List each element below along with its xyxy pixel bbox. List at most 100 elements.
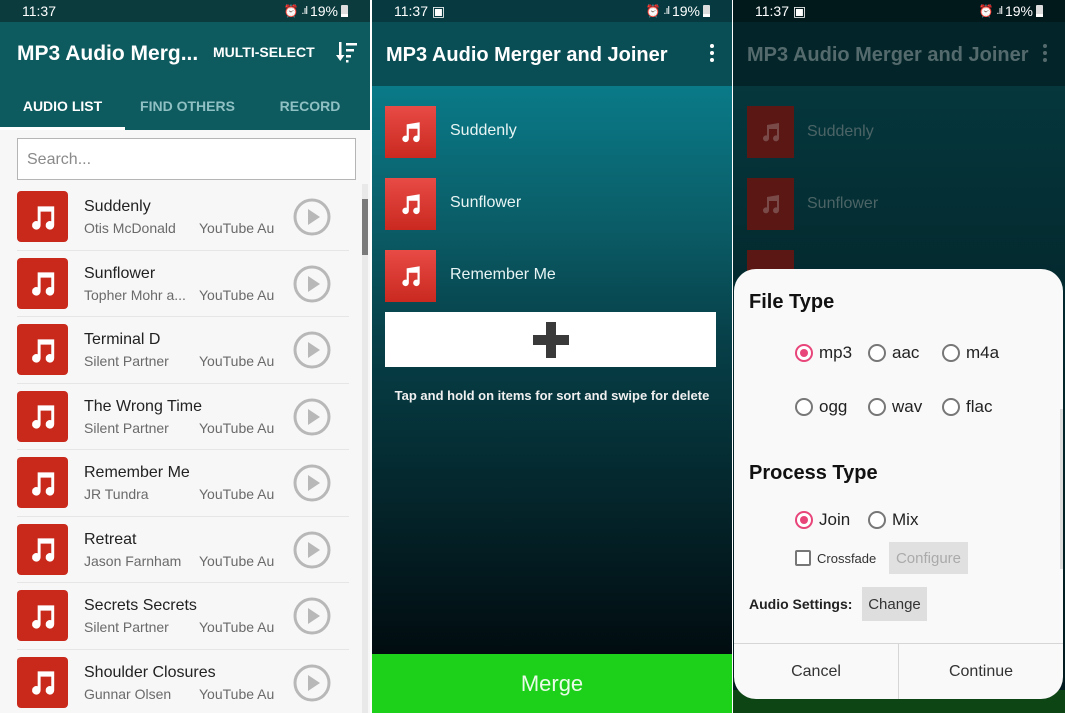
song-artist: Jason Farnham: [84, 552, 182, 569]
status-bar: 11:37 ▣ ⏰ .ıl 19%: [372, 0, 732, 22]
song-artist: Silent Partner: [84, 353, 169, 369]
dimmed-item-label: Sunflower: [807, 195, 879, 212]
play-icon[interactable]: [292, 663, 332, 703]
play-icon[interactable]: [292, 596, 332, 636]
play-icon[interactable]: [292, 330, 332, 370]
more-options-icon[interactable]: [710, 44, 716, 64]
status-bar: 11:37 ▣ ⏰ .ıl 19%: [733, 0, 1065, 22]
merge-button[interactable]: Merge: [372, 654, 732, 713]
tab-find-others[interactable]: FIND OTHERS: [125, 94, 250, 130]
selected-item[interactable]: Remember Me: [385, 250, 715, 302]
status-time: 11:37: [22, 3, 56, 19]
selected-item-label: Remember Me: [450, 266, 556, 283]
song-list-item[interactable]: Shoulder Closures Gunnar Olsen YouTube Au: [17, 650, 349, 713]
more-options-icon[interactable]: [1043, 44, 1049, 64]
radio-label: Join: [819, 510, 851, 529]
hint-text: Tap and hold on items for sort and swipe…: [394, 388, 710, 403]
radio-m4a[interactable]: m4a: [942, 343, 999, 363]
file-type-heading: File Type: [749, 291, 835, 313]
app-bar: MP3 Audio Merg... MULTI-SELECT AUDIO LIS…: [0, 22, 370, 130]
play-icon[interactable]: [292, 463, 332, 503]
selected-item[interactable]: Suddenly: [385, 106, 715, 158]
song-source: YouTube Au: [199, 220, 275, 236]
continue-button[interactable]: Continue: [899, 644, 1063, 699]
radio-unselected-icon: [942, 398, 960, 416]
song-list-item[interactable]: Terminal D Silent Partner YouTube Au: [17, 317, 349, 384]
tab-bar: AUDIO LIST FIND OTHERS RECORD: [0, 94, 370, 130]
radio-aac[interactable]: aac: [868, 343, 919, 363]
song-list-item[interactable]: Secrets Secrets Silent Partner YouTube Au: [17, 583, 349, 650]
music-note-icon: [17, 257, 68, 309]
song-source: YouTube Au: [199, 353, 275, 369]
radio-mp3[interactable]: mp3: [795, 343, 852, 363]
music-note-icon: [747, 178, 794, 230]
radio-unselected-icon: [868, 511, 886, 529]
play-icon[interactable]: [292, 264, 332, 304]
radio-flac[interactable]: flac: [942, 397, 992, 417]
crossfade-label: Crossfade: [817, 550, 877, 566]
cancel-button[interactable]: Cancel: [734, 644, 899, 699]
song-title: Retreat: [84, 530, 137, 548]
song-artist: Silent Partner: [84, 619, 169, 635]
app-bar: MP3 Audio Merger and Joiner: [372, 22, 732, 86]
music-note-icon: [17, 590, 68, 641]
radio-join[interactable]: Join: [795, 510, 850, 530]
sort-icon[interactable]: [334, 39, 360, 65]
change-audio-settings-button[interactable]: Change: [862, 587, 927, 621]
radio-selected-icon: [795, 344, 813, 362]
song-title: Shoulder Closures: [84, 663, 216, 681]
song-list-item[interactable]: Sunflower Topher Mohr a... YouTube Au: [17, 251, 349, 317]
app-title: MP3 Audio Merger and Joiner: [747, 44, 1029, 66]
song-title: Terminal D: [84, 331, 161, 348]
radio-label: m4a: [966, 343, 1000, 362]
radio-label: Mix: [892, 510, 919, 529]
play-icon[interactable]: [292, 197, 332, 237]
radio-wav[interactable]: wav: [868, 397, 922, 417]
battery-icon: [703, 5, 710, 17]
scrollbar-thumb[interactable]: [362, 199, 368, 255]
signal-icon: .ıl: [663, 5, 669, 17]
crossfade-checkbox[interactable]: Crossfade: [795, 550, 876, 566]
battery-percent: 19%: [671, 3, 700, 19]
status-time: 11:37: [755, 2, 789, 19]
song-source: YouTube Au: [199, 552, 275, 569]
radio-mix[interactable]: Mix: [868, 510, 918, 530]
song-list-item[interactable]: Suddenly Otis McDonald YouTube Au: [17, 184, 349, 251]
dialog-scrollbar[interactable]: [1060, 409, 1063, 569]
selected-item-label: Sunflower: [450, 194, 522, 211]
play-icon[interactable]: [292, 397, 332, 437]
selected-list-area: Suddenly Sunflower Remember Me Tap and h…: [372, 86, 732, 654]
music-note-icon: [385, 106, 436, 158]
radio-label: mp3: [819, 343, 853, 362]
tab-record[interactable]: RECORD: [250, 94, 370, 130]
song-list-item[interactable]: Retreat Jason Farnham YouTube Au: [17, 517, 349, 583]
battery-percent: 19%: [309, 3, 338, 19]
radio-selected-icon: [795, 511, 813, 529]
radio-unselected-icon: [868, 398, 886, 416]
merge-options-screen: 11:37 ▣ ⏰ .ıl 19% MP3 Audio Merger and J…: [733, 0, 1065, 713]
song-title: Secrets Secrets: [84, 597, 197, 614]
tab-audio-list[interactable]: AUDIO LIST: [0, 94, 125, 130]
radio-label: ogg: [819, 397, 848, 416]
add-audio-button[interactable]: [385, 312, 716, 367]
play-icon[interactable]: [292, 530, 332, 570]
song-list-item[interactable]: The Wrong Time Silent Partner YouTube Au: [17, 384, 349, 450]
song-artist: Topher Mohr a...: [84, 286, 186, 303]
scrollbar[interactable]: [362, 184, 368, 713]
search-input[interactable]: Search...: [17, 138, 356, 180]
alarm-icon: ⏰: [645, 4, 661, 18]
multi-select-button[interactable]: MULTI-SELECT: [213, 44, 315, 60]
radio-label: flac: [966, 397, 993, 416]
radio-ogg[interactable]: ogg: [795, 397, 847, 417]
configure-button[interactable]: Configure: [889, 542, 968, 574]
alarm-icon: ⏰: [978, 4, 994, 18]
radio-unselected-icon: [868, 344, 886, 362]
signal-icon: .ıl: [301, 5, 307, 17]
music-note-icon: [17, 390, 68, 442]
music-note-icon: [385, 250, 436, 302]
radio-unselected-icon: [942, 344, 960, 362]
selected-item[interactable]: Sunflower: [385, 178, 715, 230]
song-list-item[interactable]: Remember Me JR Tundra YouTube Au: [17, 450, 349, 517]
music-note-icon: [17, 457, 68, 508]
song-source: YouTube Au: [199, 619, 275, 635]
